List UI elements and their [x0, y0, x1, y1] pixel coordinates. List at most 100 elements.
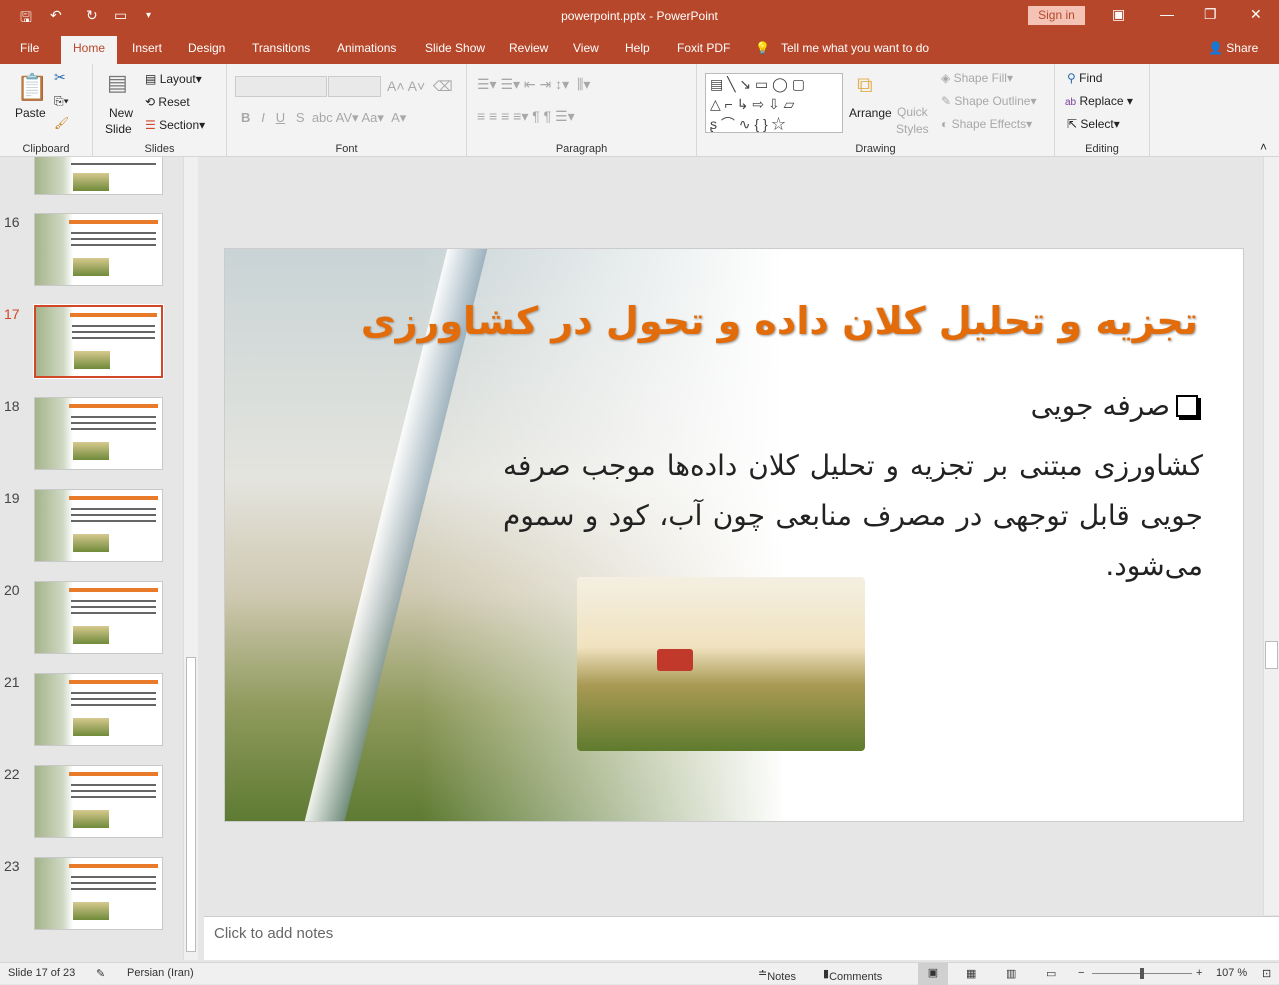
thumbnail-scroll-thumb[interactable]: [186, 657, 196, 952]
slide-counter: Slide 17 of 23: [8, 967, 76, 979]
notes-button[interactable]: ≐ Notes: [758, 967, 796, 983]
tab-file[interactable]: File: [20, 41, 39, 55]
effects-icon: ◐: [941, 117, 949, 131]
tab-view[interactable]: View: [573, 41, 599, 55]
share-button[interactable]: 👤 Share: [1208, 41, 1258, 55]
slide-scrollbar[interactable]: [1263, 157, 1279, 915]
digital-farming-image[interactable]: [577, 577, 865, 751]
slide-title[interactable]: تجزیه و تحلیل کلان داده و تحول در کشاورز…: [361, 299, 1198, 343]
thumbnail-scrollbar[interactable]: [183, 157, 198, 960]
restore-icon[interactable]: ❐: [1204, 6, 1217, 23]
new-slide-button[interactable]: New: [109, 106, 133, 120]
font-name-select[interactable]: [235, 76, 327, 97]
tab-foxit-pdf[interactable]: Foxit PDF: [677, 41, 730, 55]
slide-thumbnail[interactable]: [34, 157, 163, 195]
slide-thumbnail[interactable]: [34, 213, 163, 286]
section-button[interactable]: ☰ Section▾: [145, 118, 205, 132]
spell-check-icon[interactable]: ✎: [96, 967, 105, 980]
find-label: Find: [1079, 71, 1103, 85]
tab-insert[interactable]: Insert: [132, 41, 162, 55]
slide-canvas[interactable]: تجزیه و تحلیل کلان داده و تحول در کشاورز…: [224, 248, 1244, 822]
replace-button[interactable]: ab Replace ▾: [1065, 94, 1133, 108]
shapes-gallery[interactable]: ▤ ╲ ↘ ▭ ◯ ▢ △ ⌐ ↳ ⇨ ⇩ ▱ ʂ ⌒ ∿ { } ☆: [705, 73, 843, 133]
tab-transitions[interactable]: Transitions: [252, 41, 310, 55]
zoom-out-button[interactable]: −: [1078, 967, 1084, 979]
select-label: Select: [1080, 117, 1114, 131]
minimize-icon[interactable]: —: [1160, 6, 1174, 22]
slide-scroll-thumb[interactable]: [1265, 641, 1278, 669]
font-group: A˄ A˅ ⌫ B I U S abc AV▾ Aa▾ A▾ Font: [227, 64, 467, 157]
slide-number: 20: [4, 582, 20, 598]
checkbox-bullet-icon: [1176, 395, 1198, 417]
slide-number: 17: [4, 306, 20, 322]
slide-number: 18: [4, 398, 20, 414]
shape-fill-button[interactable]: ◈ Shape Fill▾: [941, 71, 1013, 85]
list-indent-icons[interactable]: ☰▾ ☰▾ ⇤ ⇥ ↕▾ ⫼▾: [477, 76, 590, 93]
person-icon: 👤: [1208, 41, 1223, 55]
notes-pane[interactable]: Click to add notes: [204, 916, 1279, 960]
slide-number: 22: [4, 766, 20, 782]
slide-bullet[interactable]: صرفه جویی: [1031, 389, 1198, 422]
paste-button[interactable]: Paste: [15, 106, 46, 120]
replace-icon: ab: [1065, 97, 1077, 108]
reset-label: Reset: [158, 95, 190, 109]
close-icon[interactable]: ✕: [1250, 6, 1262, 23]
comments-button[interactable]: ▮ Comments: [823, 967, 882, 983]
tab-home[interactable]: Home: [61, 36, 118, 64]
font-size-controls-icon[interactable]: A˄ A˅ ⌫: [387, 78, 453, 95]
slideshow-view-icon[interactable]: ▭: [1046, 967, 1056, 980]
zoom-level[interactable]: 107 %: [1216, 967, 1247, 979]
tab-review[interactable]: Review: [509, 41, 548, 55]
paint-bucket-icon: ◈: [941, 71, 951, 85]
tab-animations[interactable]: Animations: [337, 41, 396, 55]
reset-button[interactable]: ⟲ Reset: [145, 95, 190, 109]
sign-in-button[interactable]: Sign in: [1028, 6, 1085, 25]
arrange-icon: ⧉: [857, 72, 873, 97]
tab-design[interactable]: Design: [188, 41, 225, 55]
slide-thumbnail[interactable]: [33, 304, 164, 379]
shape-effects-button[interactable]: ◐ Shape Effects▾: [941, 117, 1032, 131]
shape-fill-label: Shape Fill: [953, 71, 1007, 85]
alignment-icons[interactable]: ≡ ≡ ≡ ≡▾ ¶ ¶ ☰▾: [477, 108, 575, 125]
cut-icon[interactable]: ✂: [54, 69, 66, 86]
layout-button[interactable]: ▤ Layout▾: [145, 72, 202, 86]
zoom-in-button[interactable]: +: [1196, 967, 1202, 979]
title-bar: 🖫 ↶ ↻ ▭ ▾ powerpoint.pptx - PowerPoint S…: [0, 0, 1279, 32]
slide-body-text[interactable]: کشاورزی مبتنی بر تجزیه و تحلیل کلان داده…: [503, 441, 1203, 591]
slide-thumbnail[interactable]: [34, 857, 163, 930]
new-slide-dropdown[interactable]: Slide: [105, 122, 132, 136]
shape-outline-button[interactable]: ✎ Shape Outline▾: [941, 94, 1037, 108]
editing-label: Editing: [1085, 143, 1119, 155]
collapse-ribbon-icon[interactable]: ˄: [1260, 140, 1267, 154]
slide-thumbnail[interactable]: [34, 397, 163, 470]
font-size-select[interactable]: [328, 76, 381, 97]
tab-help[interactable]: Help: [625, 41, 650, 55]
slide-thumbnail[interactable]: [34, 673, 163, 746]
copy-icon[interactable]: ⎘▾: [54, 94, 69, 109]
ribbon-tabs: File Home Insert Design Transitions Anim…: [0, 32, 1279, 64]
slide-thumbnail[interactable]: [34, 765, 163, 838]
fit-to-window-icon[interactable]: ⊡: [1262, 967, 1271, 980]
ribbon-display-icon[interactable]: ▣: [1112, 6, 1125, 23]
format-painter-icon[interactable]: 🖌: [54, 116, 69, 130]
reading-view-icon[interactable]: ▥: [1006, 967, 1016, 980]
status-bar: Slide 17 of 23 ✎ Persian (Iran) ≐ Notes …: [0, 962, 1279, 985]
paragraph-group: ☰▾ ☰▾ ⇤ ⇥ ↕▾ ⫼▾ ≡ ≡ ≡ ≡▾ ¶ ¶ ☰▾ Paragrap…: [467, 64, 697, 157]
select-button[interactable]: ⇱ Select▾: [1067, 117, 1120, 131]
slide-thumbnail[interactable]: [34, 489, 163, 562]
language-indicator[interactable]: Persian (Iran): [127, 967, 194, 979]
zoom-slider-thumb[interactable]: [1140, 968, 1144, 979]
tab-slide-show[interactable]: Slide Show: [425, 41, 485, 55]
tell-me-search[interactable]: Tell me what you want to do: [781, 41, 929, 55]
find-button[interactable]: ⚲ Find: [1067, 71, 1102, 85]
font-format-icons[interactable]: B I U S abc AV▾ Aa▾ A▾: [241, 110, 406, 126]
slide-sorter-icon[interactable]: ▦: [966, 967, 976, 980]
cursor-icon: ⇱: [1067, 117, 1078, 131]
paste-icon: 📋: [16, 72, 49, 102]
normal-view-icon[interactable]: ▣: [918, 963, 948, 985]
slide-thumbnail[interactable]: [34, 581, 163, 654]
arrange-button[interactable]: Arrange: [849, 106, 892, 120]
new-slide-icon: ▤: [107, 70, 128, 95]
notes-label: Notes: [767, 971, 796, 983]
quick-styles-button[interactable]: Quick: [897, 105, 928, 119]
